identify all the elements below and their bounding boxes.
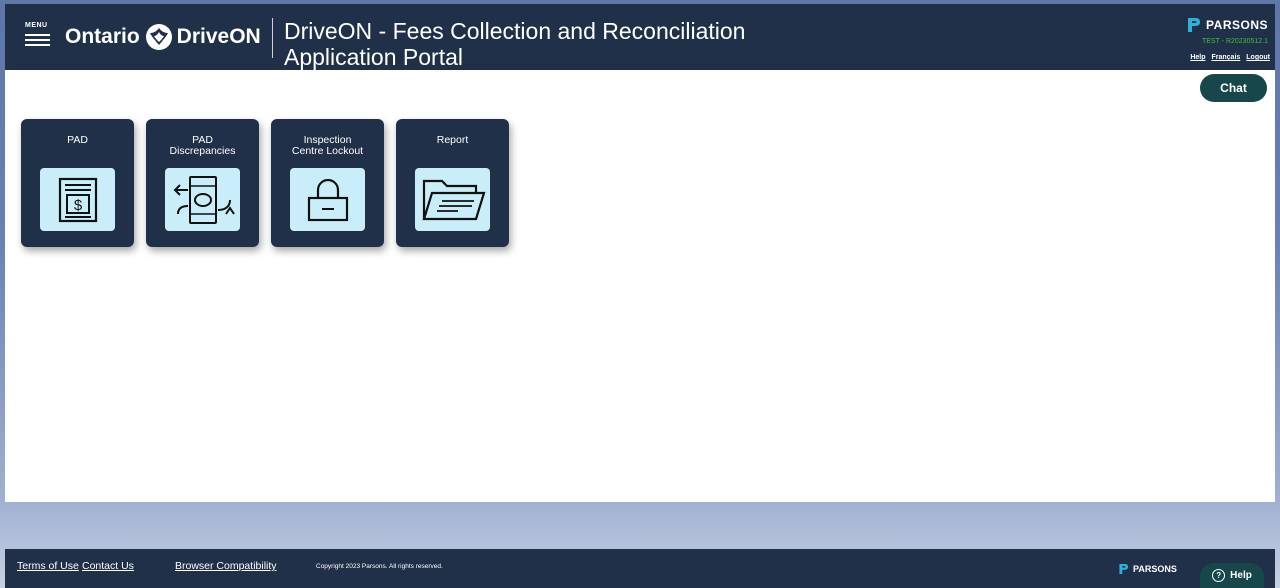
page-title: DriveON - Fees Collection and Reconcilia… <box>284 18 804 70</box>
tile-label: Inspection Centre Lockout <box>291 134 364 157</box>
page-title-line1: DriveON - Fees Collection and Reconcilia… <box>284 18 746 44</box>
copyright-text: Copyright 2023 Parsons. All rights reser… <box>316 563 443 570</box>
question-icon: ? <box>1212 569 1226 582</box>
parsons-brand-text: PARSONS <box>1206 18 1268 32</box>
tile-icon-box <box>415 168 490 231</box>
header-links: Help Français Logout <box>1190 54 1270 61</box>
parsons-mark-icon <box>1188 18 1201 32</box>
parsons-mark-icon <box>1119 564 1128 574</box>
footer-brand-text: PARSONS <box>1133 564 1177 574</box>
money-exchange-icon <box>173 175 235 224</box>
tile-inspection-centre-lockout[interactable]: Inspection Centre Lockout <box>271 119 384 247</box>
app-header: MENU Ontario DriveON DriveON - Fees Coll… <box>5 4 1275 70</box>
parsons-logo: PARSONS <box>1186 17 1268 33</box>
contact-us-link[interactable]: Contact Us <box>82 560 134 572</box>
app-footer: Terms of Use Contact Us Browser Compatib… <box>5 549 1275 588</box>
logout-link[interactable]: Logout <box>1246 54 1270 61</box>
browser-compatibility-link[interactable]: Browser Compatibility <box>175 560 277 572</box>
menu-label: MENU <box>25 22 48 29</box>
tile-icon-box <box>290 168 365 231</box>
help-button-label: Help <box>1230 570 1252 581</box>
help-button[interactable]: ? Help <box>1200 563 1264 588</box>
tile-label: Report <box>436 134 469 146</box>
svg-text:$: $ <box>73 197 82 214</box>
environment-tag: TEST - R20230512.1 <box>1201 38 1268 45</box>
tile-pad-discrepancies[interactable]: PAD Discrepancies <box>146 119 259 247</box>
folder-icon <box>422 179 485 220</box>
footer-parsons-logo: PARSONS <box>1118 563 1177 575</box>
menu-button[interactable]: MENU <box>24 22 52 52</box>
chat-button[interactable]: Chat <box>1200 74 1267 102</box>
tile-report[interactable]: Report <box>396 119 509 247</box>
terms-of-use-link[interactable]: Terms of Use <box>17 560 79 572</box>
tile-icon-box <box>165 168 240 231</box>
trillium-icon <box>145 24 172 50</box>
ontario-driveon-logo: Ontario DriveON <box>65 22 261 52</box>
lock-icon <box>307 178 348 221</box>
logo-driveon-text: DriveON <box>176 25 261 48</box>
tile-label: PAD <box>67 134 88 146</box>
francais-link[interactable]: Français <box>1211 54 1240 61</box>
tile-label: PAD Discrepancies <box>169 134 236 157</box>
help-link[interactable]: Help <box>1190 54 1205 61</box>
tile-pad[interactable]: PAD $ <box>21 119 134 247</box>
logo-ontario-text: Ontario <box>65 25 140 48</box>
hamburger-icon <box>25 34 50 49</box>
logo-divider <box>272 18 273 58</box>
page-title-line2: Application Portal <box>284 44 463 70</box>
tile-icon-box: $ <box>40 168 115 231</box>
main-page: MENU Ontario DriveON DriveON - Fees Coll… <box>5 4 1275 502</box>
money-document-icon: $ <box>58 177 97 222</box>
